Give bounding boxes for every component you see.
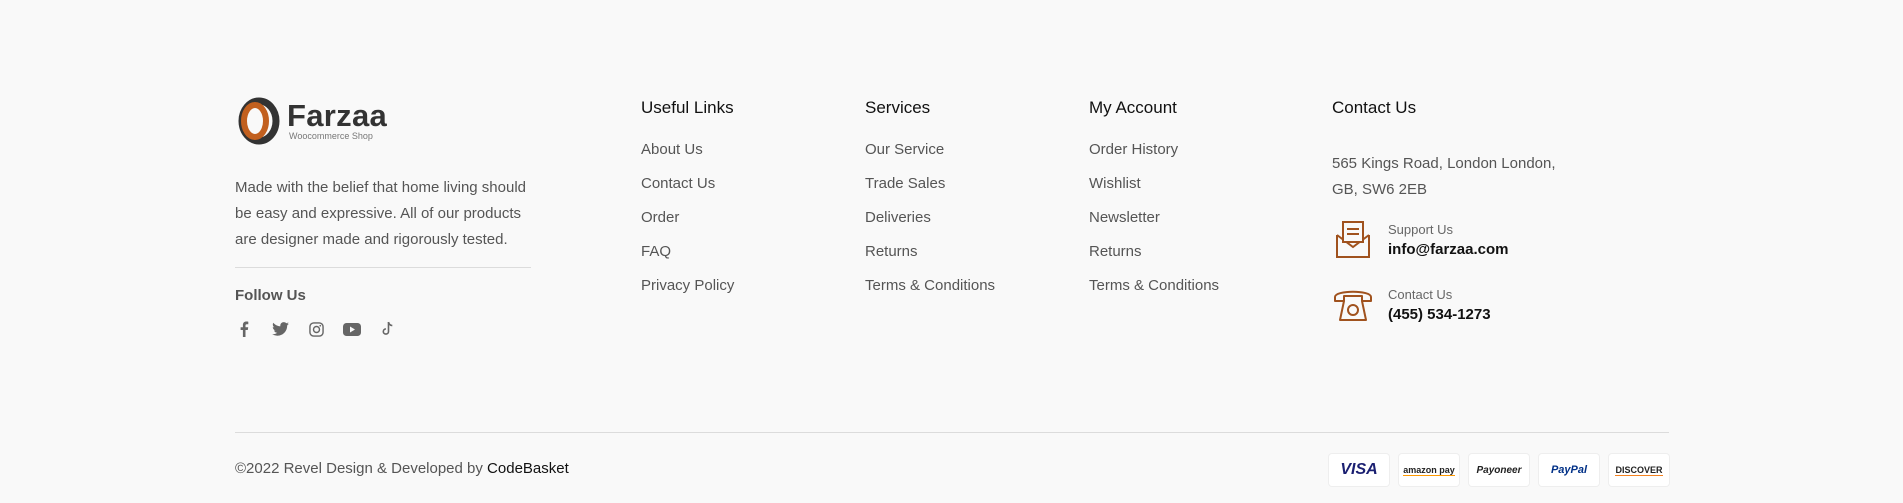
contact-address: 565 Kings Road, London London, GB, SW6 2… (1332, 155, 1556, 198)
my-account-column: My Account Order History Wishlist Newsle… (1089, 98, 1219, 310)
link-order-history[interactable]: Order History (1089, 140, 1219, 174)
my-account-title: My Account (1089, 98, 1177, 117)
copyright-text: ©2022 Revel Design & Developed by CodeBa… (235, 460, 569, 477)
amazon-pay-icon: amazon pay (1399, 454, 1459, 486)
instagram-icon[interactable] (307, 320, 325, 338)
link-newsletter[interactable]: Newsletter (1089, 208, 1219, 242)
link-returns[interactable]: Returns (865, 242, 995, 276)
contact-column: Contact Us (1332, 98, 1416, 140)
footer-divider (235, 432, 1669, 433)
link-terms-conditions[interactable]: Terms & Conditions (1089, 276, 1219, 310)
link-faq[interactable]: FAQ (641, 242, 734, 276)
codebasket-link[interactable]: CodeBasket (487, 460, 569, 477)
phone-number[interactable]: (455) 534-1273 (1388, 306, 1491, 323)
paypal-icon: PayPal (1539, 454, 1599, 486)
visa-card-icon: VISA (1329, 454, 1389, 486)
link-privacy-policy[interactable]: Privacy Policy (641, 276, 734, 310)
copyright-prefix: ©2022 Revel Design & Developed by (235, 460, 488, 477)
link-returns[interactable]: Returns (1089, 242, 1219, 276)
useful-links-column: Useful Links About Us Contact Us Order F… (641, 98, 734, 310)
phone-label: Contact Us (1388, 287, 1453, 302)
divider (235, 267, 531, 268)
facebook-icon[interactable] (235, 320, 253, 338)
link-order[interactable]: Order (641, 208, 734, 242)
services-column: Services Our Service Trade Sales Deliver… (865, 98, 995, 310)
twitter-icon[interactable] (271, 320, 289, 338)
link-deliveries[interactable]: Deliveries (865, 208, 995, 242)
support-envelope-icon (1332, 219, 1374, 261)
link-contact-us[interactable]: Contact Us (641, 174, 734, 208)
support-contact: Support Us info@farzaa.com (1332, 219, 1508, 261)
brand-name: Farzaa (287, 98, 388, 133)
contact-title: Contact Us (1332, 98, 1417, 117)
brand-logo[interactable]: Farzaa Woocommerce Shop (235, 97, 387, 145)
link-terms-conditions[interactable]: Terms & Conditions (865, 276, 995, 310)
social-links (235, 320, 397, 338)
support-email[interactable]: info@farzaa.com (1388, 241, 1508, 258)
link-trade-sales[interactable]: Trade Sales (865, 174, 995, 208)
link-wishlist[interactable]: Wishlist (1089, 174, 1219, 208)
phone-contact: Contact Us (455) 534-1273 (1332, 284, 1491, 326)
payment-methods: VISA amazon pay Payoneer PayPal DISCOVER (1329, 454, 1669, 486)
brand-tagline: Woocommerce Shop (289, 131, 373, 141)
link-our-service[interactable]: Our Service (865, 140, 995, 174)
services-title: Services (865, 98, 931, 117)
logo-mark-icon (235, 97, 283, 145)
discover-icon: DISCOVER (1609, 454, 1669, 486)
follow-us-title: Follow Us (235, 287, 306, 304)
support-label: Support Us (1388, 222, 1454, 237)
payoneer-icon: Payoneer (1469, 454, 1529, 486)
phone-icon (1332, 284, 1374, 326)
brand-description: Made with the belief that home living sh… (235, 179, 527, 248)
youtube-icon[interactable] (343, 320, 361, 338)
useful-links-title: Useful Links (641, 98, 734, 117)
link-about-us[interactable]: About Us (641, 140, 734, 174)
tiktok-icon[interactable] (379, 320, 397, 338)
